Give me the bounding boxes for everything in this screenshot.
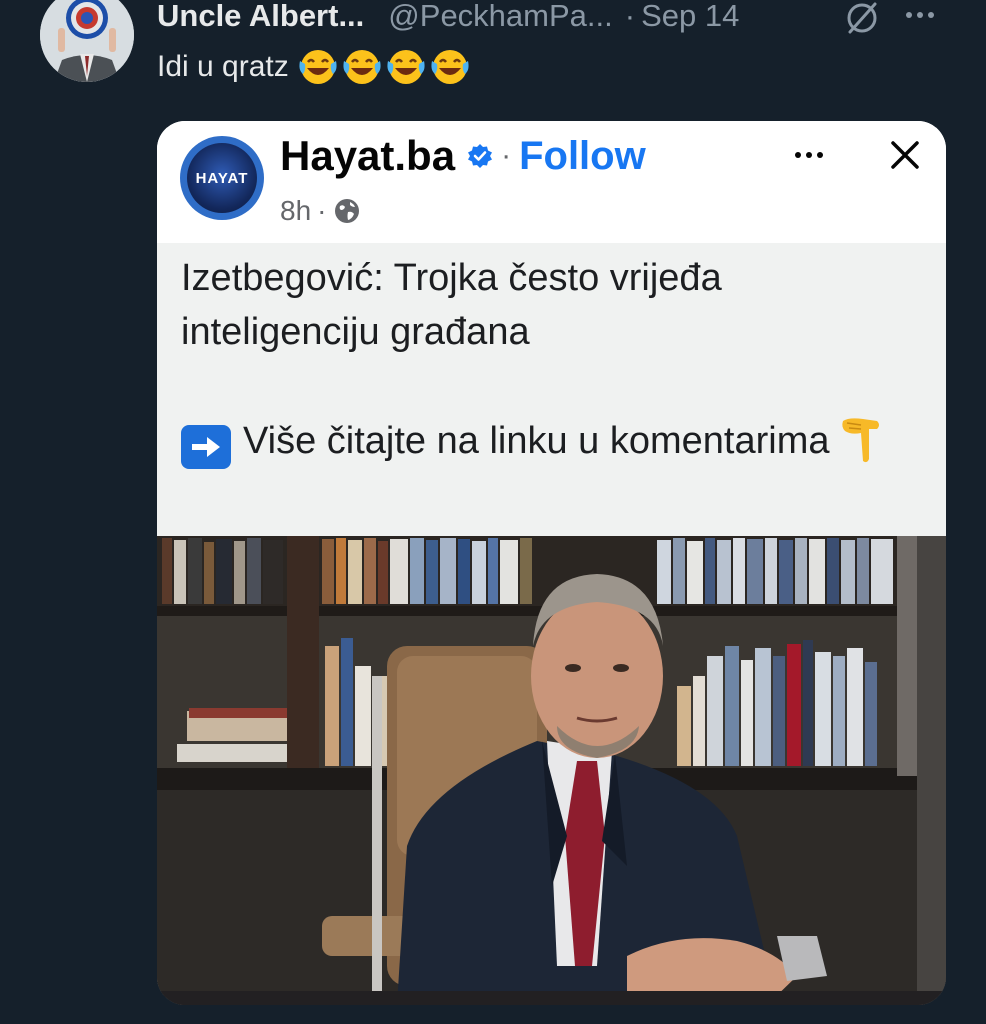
- page-logo-text: HAYAT: [187, 143, 257, 213]
- author-name[interactable]: Uncle Albert...: [157, 0, 364, 34]
- tweet-date[interactable]: Sep 14: [641, 0, 739, 34]
- more-line: Više čitajte na linku u komentarima: [181, 413, 901, 469]
- avatar-image: [40, 0, 134, 82]
- embedded-post-header: HAYAT Hayat.ba · Follow 8h ·: [157, 121, 946, 243]
- close-icon: [891, 141, 919, 169]
- grok-icon[interactable]: [842, 0, 882, 43]
- header-separator: ·: [624, 0, 636, 33]
- tweet-media-image[interactable]: HAYAT Hayat.ba · Follow 8h · Izetbegović…: [157, 121, 946, 1005]
- post-meta-separator: ·: [317, 195, 327, 226]
- headline-box: Izetbegović: Trojka često vrijeđa inteli…: [157, 243, 946, 593]
- verified-badge-icon: [468, 144, 493, 168]
- tweet-text-content: Idi u qratz: [157, 50, 289, 83]
- arrow-right-emoji-icon: [181, 425, 231, 469]
- tweet-emojis: [297, 46, 471, 88]
- laughing-emoji-icon: [387, 50, 425, 84]
- post-headline: Izetbegović: Trojka često vrijeđa inteli…: [181, 257, 722, 353]
- post-photo: [157, 536, 946, 1005]
- follow-link: Follow: [519, 133, 646, 178]
- page-name-separator: ·: [501, 139, 512, 172]
- tweet-text: Idi u qratz: [157, 46, 471, 88]
- author-handle[interactable]: @PeckhamPa...: [388, 0, 612, 34]
- page-name-row: Hayat.ba · Follow: [280, 129, 646, 183]
- laughing-emoji-icon: [299, 50, 337, 84]
- laughing-emoji-icon: [431, 50, 469, 84]
- page-name: Hayat.ba: [280, 132, 456, 179]
- author-avatar[interactable]: [40, 0, 134, 82]
- pointing-down-emoji-icon: [842, 418, 880, 463]
- post-time: 8h: [280, 195, 312, 226]
- laughing-emoji-icon: [343, 50, 381, 84]
- page-logo: HAYAT: [180, 136, 264, 220]
- more-options-icon[interactable]: [906, 12, 934, 18]
- photo-illustration: [157, 536, 946, 1005]
- tweet-header: Uncle Albert... @PeckhamPa... · Sep 14: [157, 0, 739, 38]
- globe-icon: [335, 199, 360, 223]
- more-text: Više čitajte na linku u komentarima: [243, 420, 830, 462]
- post-meta: 8h ·: [280, 193, 360, 229]
- embedded-more-icon: [795, 152, 823, 158]
